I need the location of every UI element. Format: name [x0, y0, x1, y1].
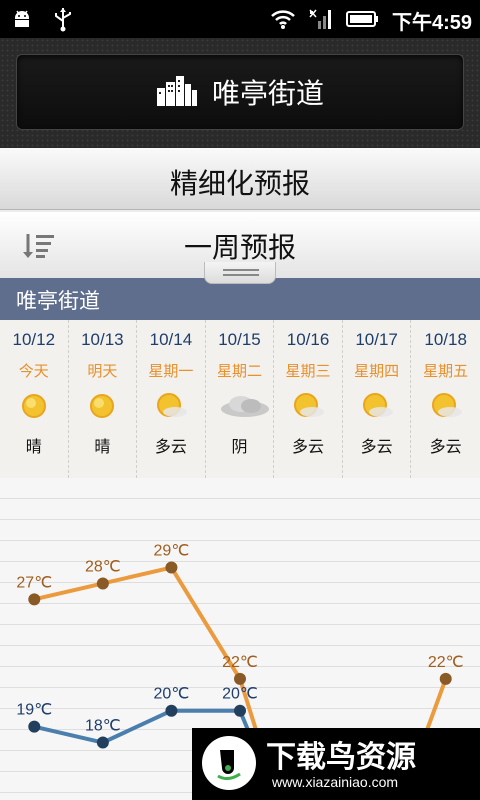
forecast-date: 10/14	[149, 330, 193, 349]
status-bar: 下午4:59	[0, 0, 480, 38]
forecast-day[interactable]: 10/12 今天 晴	[0, 320, 69, 478]
partly-cloudy-icon	[288, 391, 328, 421]
data-point	[96, 577, 109, 590]
forecast-row: 10/12 今天 晴 10/13 明天 晴 10/14 星期一 多云 10/15…	[0, 320, 480, 478]
android-icon	[10, 7, 34, 35]
data-label: 22℃	[428, 654, 464, 671]
tab-fine-forecast[interactable]: 精细化预报	[0, 148, 480, 210]
forecast-date: 10/17	[355, 330, 398, 349]
data-point	[28, 720, 41, 733]
tab-fine-forecast-label: 精细化预报	[169, 167, 310, 200]
drawer-handle[interactable]	[204, 262, 276, 284]
data-label: 29℃	[154, 543, 190, 560]
forecast-date: 10/12	[12, 330, 56, 349]
cloudy-icon	[219, 391, 270, 421]
status-time: 下午4:59	[391, 12, 472, 34]
watermark-banner: 下载鸟资源 www.xiazainiao.com	[192, 728, 480, 800]
forecast-condition: 多云	[429, 437, 462, 456]
data-label: 22℃	[222, 654, 258, 671]
data-label: 20℃	[222, 686, 258, 703]
forecast-day[interactable]: 10/18 星期五 多云	[411, 320, 480, 478]
buildings-icon	[156, 74, 198, 110]
tab-week-forecast-label: 一周预报	[183, 231, 296, 264]
forecast-condition: 晴	[25, 437, 42, 456]
forecast-condition: 多云	[292, 437, 325, 456]
sun-icon	[14, 391, 54, 421]
battery-icon	[345, 8, 380, 34]
data-point	[165, 561, 178, 574]
data-point	[234, 672, 246, 685]
data-point	[28, 593, 41, 606]
data-label: 18℃	[85, 718, 121, 735]
data-label: 19℃	[16, 702, 52, 719]
partly-cloudy-icon	[426, 391, 466, 421]
forecast-day[interactable]: 10/17 星期四 多云	[343, 320, 412, 478]
forecast-condition: 阴	[231, 437, 248, 456]
signal-icon	[308, 7, 334, 35]
forecast-day-name: 明天	[87, 362, 118, 380]
forecast-date: 10/15	[218, 330, 261, 349]
forecast-day-name: 今天	[18, 362, 49, 380]
forecast-day[interactable]: 10/16 星期三 多云	[274, 320, 343, 478]
forecast-day-name: 星期三	[285, 362, 331, 380]
forecast-condition: 多云	[154, 437, 187, 456]
partly-cloudy-icon	[151, 391, 191, 421]
forecast-day[interactable]: 10/15 星期二 阴	[206, 320, 275, 478]
city-title: 唯亭街道	[211, 77, 324, 110]
forecast-day-name: 星期二	[216, 362, 262, 380]
data-point	[165, 704, 178, 717]
data-point	[234, 704, 246, 717]
forecast-date: 10/18	[424, 330, 467, 349]
forecast-day-name: 星期四	[354, 362, 400, 380]
forecast-condition: 晴	[94, 437, 111, 456]
forecast-day[interactable]: 10/13 明天 晴	[69, 320, 138, 478]
wifi-icon	[270, 8, 296, 34]
forecast-day-name: 星期五	[423, 362, 469, 380]
data-label: 27℃	[16, 574, 52, 591]
data-label: 28℃	[85, 558, 121, 575]
forecast-day[interactable]: 10/14 星期一 多云	[137, 320, 206, 478]
data-label: 20℃	[154, 686, 190, 703]
data-point	[96, 736, 109, 749]
bird-logo-icon	[202, 736, 256, 790]
partly-cloudy-icon	[357, 391, 397, 421]
forecast-day-name: 星期一	[148, 362, 194, 380]
sort-icon[interactable]	[22, 232, 56, 264]
forecast-condition: 多云	[360, 437, 393, 456]
watermark-title: 下载鸟资源	[266, 740, 416, 775]
location-label: 唯亭街道	[16, 289, 100, 313]
sun-icon	[82, 391, 122, 421]
location-bar: 唯亭街道	[0, 278, 480, 320]
watermark-url: www.xiazainiao.com	[272, 774, 399, 790]
header: 唯亭街道	[0, 38, 480, 148]
data-point	[439, 672, 452, 685]
city-panel[interactable]: 唯亭街道	[16, 54, 464, 130]
forecast-date: 10/16	[286, 330, 330, 349]
usb-icon	[52, 6, 74, 36]
forecast-date: 10/13	[81, 330, 124, 349]
